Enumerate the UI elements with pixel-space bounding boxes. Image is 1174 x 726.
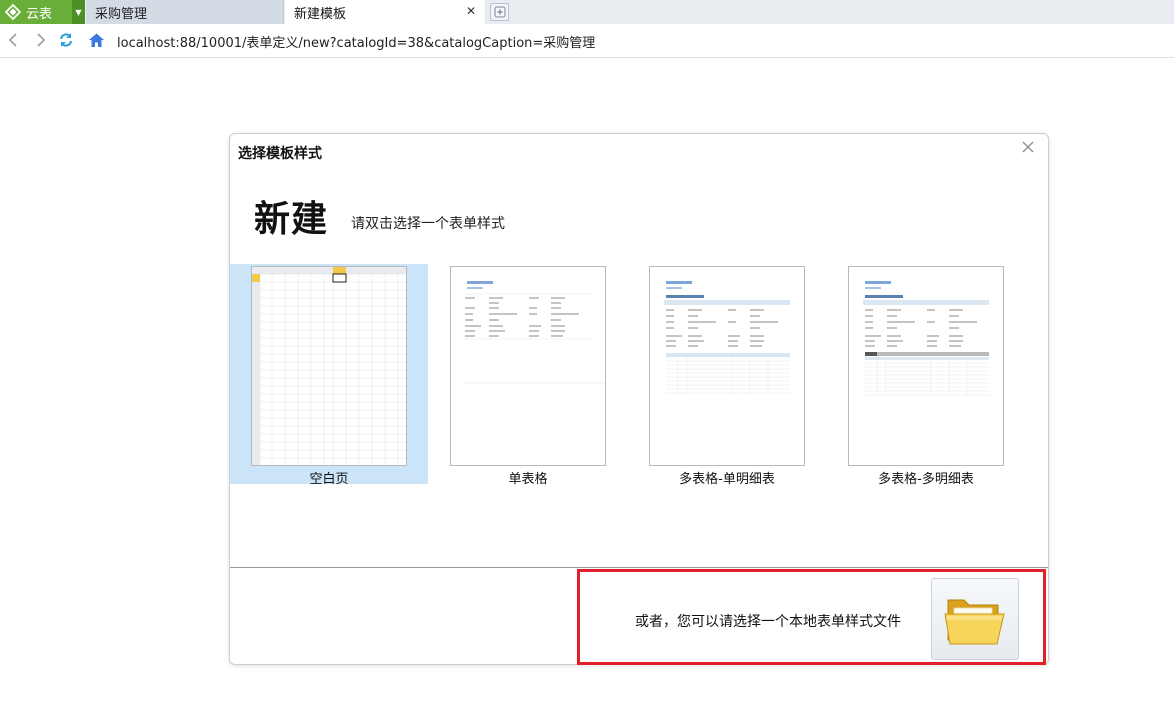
dialog-footer: 或者，您可以请选择一个本地表单样式文件 [230, 567, 1048, 665]
template-label: 多表格-单明细表 [679, 472, 775, 487]
app-menu-button[interactable]: 云表 [0, 0, 72, 24]
close-icon[interactable] [1020, 139, 1036, 155]
address-bar: localhost:88/10001/表单定义/new?catalogId=38… [0, 24, 1174, 58]
spreadsheet-preview [252, 267, 406, 465]
back-button[interactable] [4, 31, 22, 49]
form-preview [664, 281, 790, 394]
app-logo-icon [5, 4, 21, 20]
local-file-prompt: 或者，您可以请选择一个本地表单样式文件 [635, 614, 901, 630]
tab-bar: 云表 ▼ 采购管理 新建模板 ✕ [0, 0, 1174, 24]
tab-label: 采购管理 [95, 6, 148, 22]
new-tab-button[interactable] [490, 3, 509, 21]
template-multi-multi-detail[interactable]: 多表格-多明细表 [827, 264, 1025, 487]
forward-button[interactable] [32, 31, 50, 49]
url-text[interactable]: localhost:88/10001/表单定义/new?catalogId=38… [117, 32, 595, 51]
template-label: 多表格-多明细表 [878, 472, 974, 487]
refresh-icon [60, 33, 72, 47]
tab-close-icon[interactable]: ✕ [466, 4, 476, 18]
tab-purchase-management[interactable]: 采购管理 [86, 0, 284, 24]
tab-new-template[interactable]: 新建模板 ✕ [285, 0, 485, 24]
chevron-left-icon [8, 33, 17, 47]
template-thumbnail-single-table [450, 266, 606, 466]
app-dropdown-caret-icon[interactable]: ▼ [72, 0, 85, 24]
template-label: 单表格 [508, 472, 548, 487]
template-label: 空白页 [309, 472, 349, 487]
folder-icon [944, 599, 1005, 645]
tab-label: 新建模板 [294, 6, 347, 22]
chevron-right-icon [37, 33, 46, 47]
refresh-button[interactable] [57, 31, 75, 49]
page-subheading: 请双击选择一个表单样式 [351, 216, 505, 232]
local-file-highlight: 或者，您可以请选择一个本地表单样式文件 [577, 569, 1046, 665]
template-multi-single-detail[interactable]: 多表格-单明细表 [628, 264, 826, 487]
home-icon [88, 33, 104, 47]
home-button[interactable] [87, 31, 105, 49]
template-single-table[interactable]: 单表格 [429, 264, 627, 487]
plus-icon [494, 6, 505, 18]
page-heading: 新建 [254, 199, 329, 240]
template-thumbnail-blank [251, 266, 407, 466]
template-thumbnail-multi-multi-detail [848, 266, 1004, 466]
form-preview [863, 281, 989, 396]
template-blank[interactable]: 空白页 [230, 264, 428, 487]
dialog-title: 选择模板样式 [238, 146, 322, 162]
form-preview [463, 281, 605, 384]
app-name: 云表 [26, 6, 53, 22]
open-local-file-button[interactable] [931, 578, 1019, 660]
select-template-dialog: 选择模板样式 新建 请双击选择一个表单样式 空白页 单表格 多表格-单明细表 多… [229, 133, 1049, 665]
template-thumbnail-multi-single-detail [649, 266, 805, 466]
